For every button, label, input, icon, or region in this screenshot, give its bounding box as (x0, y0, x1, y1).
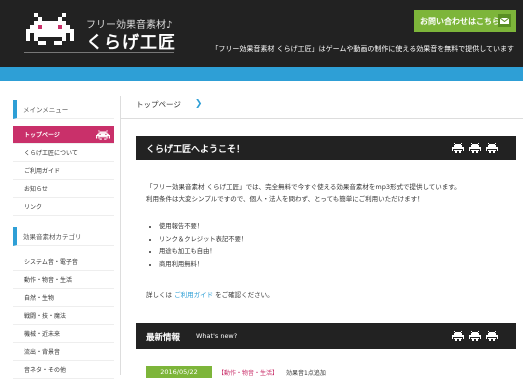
details-prefix: 詳しくは (146, 291, 175, 299)
intro-line-2: 利用条件は大変シンプルですので、個人・法人を問わず、とっても簡単にご利用いただけ… (146, 195, 424, 203)
header-accent-bar (0, 67, 523, 81)
breadcrumb-current[interactable]: トップページ (136, 99, 181, 110)
breadcrumb-underline (120, 118, 523, 119)
chevron-right-icon: ❯ (194, 99, 203, 109)
list-item: 商用利用無料！ (159, 259, 247, 272)
sidebar-item-label: 戦闘・技・魔法 (24, 313, 67, 320)
sidebar-category-nature[interactable]: 自然・生物 (13, 289, 114, 307)
sidebar-menu-heading: メインメニュー (13, 100, 114, 119)
list-item: リンク＆クレジット表記不要！ (159, 234, 247, 247)
news-date: 2016/05/22 (146, 366, 212, 378)
news-subtitle: What's new? (196, 332, 238, 340)
details-text: 詳しくは ご利用ガイド をご確認ください。 (146, 289, 274, 299)
sidebar-item-guide[interactable]: ご利用ガイド (13, 162, 114, 180)
sidebar-item-top[interactable]: トップページ (13, 126, 114, 144)
list-item: 使用報告不要！ (159, 221, 247, 234)
sidebar-category-other[interactable]: 音ネタ・その他 (13, 361, 114, 379)
content-divider (120, 96, 121, 375)
sidebar-item-label: くらげ工匠について (24, 150, 78, 157)
news-text: 効果音1点追加 (286, 370, 326, 377)
news-title: 最新情報 (146, 333, 181, 343)
space-invaders-icon (452, 331, 498, 341)
sidebar-category-machine[interactable]: 機械・近未来 (13, 325, 114, 343)
sidebar-item-label: 機械・近未来 (24, 331, 61, 338)
guide-link[interactable]: ご利用ガイド (174, 291, 213, 299)
site-tagline: 「フリー効果音素材 くらげ工匠」はゲームや動画の制作に使える効果音を無料で提供し… (211, 45, 514, 53)
space-invader-icon (96, 130, 110, 140)
sidebar-item-label: 音ネタ・その他 (24, 367, 67, 374)
sidebar-item-label: ご利用ガイド (24, 168, 61, 175)
sidebar-category-action[interactable]: 動作・物音・生活 (13, 271, 114, 289)
sidebar-item-label: 流出・背景音 (24, 349, 61, 356)
intro-line-1: 「フリー効果音素材 くらげ工匠」では、完全無料で今すぐ使える効果音素材をmp3形… (146, 183, 461, 191)
news-category[interactable]: 【動作・物音・生活】 (218, 368, 278, 377)
sidebar-item-label: 動作・物音・生活 (24, 277, 73, 284)
sidebar-item-label: 自然・生物 (24, 295, 55, 302)
breadcrumb: トップページ ❯ (136, 96, 202, 112)
list-item: 用途も加工も自由！ (159, 246, 247, 259)
sidebar-item-label: トップページ (24, 132, 60, 139)
news-banner: 最新情報 What's new? (136, 323, 516, 349)
contact-button[interactable]: お問い合わせはこちら (414, 10, 516, 32)
feature-list: 使用報告不要！ リンク＆クレジット表記不要！ 用途も加工も自由！ 商用利用無料！ (147, 221, 247, 271)
details-suffix: をご確認ください。 (213, 291, 274, 299)
sidebar-item-about[interactable]: くらげ工匠について (13, 144, 114, 162)
sidebar-item-label: お知らせ (24, 186, 48, 193)
sidebar-item-label: リンク (24, 204, 43, 211)
sidebar-category-battle[interactable]: 戦闘・技・魔法 (13, 307, 114, 325)
intro-text: 「フリー効果音素材 くらげ工匠」では、完全無料で今すぐ使える効果音素材をmp3形… (146, 181, 461, 205)
welcome-title: くらげ工匠へようこそ！ (146, 145, 246, 155)
sidebar-category-system[interactable]: システム音・電子音 (13, 253, 114, 271)
space-invaders-icon (452, 143, 498, 153)
logo-underline (24, 52, 174, 53)
sidebar-item-news[interactable]: お知らせ (13, 180, 114, 198)
space-invader-logo-icon[interactable] (26, 12, 74, 50)
sidebar: メインメニュー トップページ くらげ工匠について ご利用ガイド お知らせ リンク… (13, 100, 114, 379)
welcome-banner: くらげ工匠へようこそ！ (136, 136, 516, 160)
contact-button-label: お問い合わせはこちら (420, 16, 500, 26)
logo-title[interactable]: くらげ工匠 (86, 28, 176, 53)
news-item[interactable]: 2016/05/22 【動作・物音・生活】 効果音1点追加 (146, 366, 516, 378)
mail-icon (498, 14, 511, 27)
site-header: フリー効果音素材♪ くらげ工匠 お問い合わせはこちら 「フリー効果音素材 くらげ… (0, 0, 523, 67)
sidebar-item-links[interactable]: リンク (13, 198, 114, 216)
sidebar-item-label: システム音・電子音 (24, 259, 78, 266)
sidebar-category-background[interactable]: 流出・背景音 (13, 343, 114, 361)
sidebar-category-heading: 効果音素材カテゴリ (13, 227, 114, 246)
